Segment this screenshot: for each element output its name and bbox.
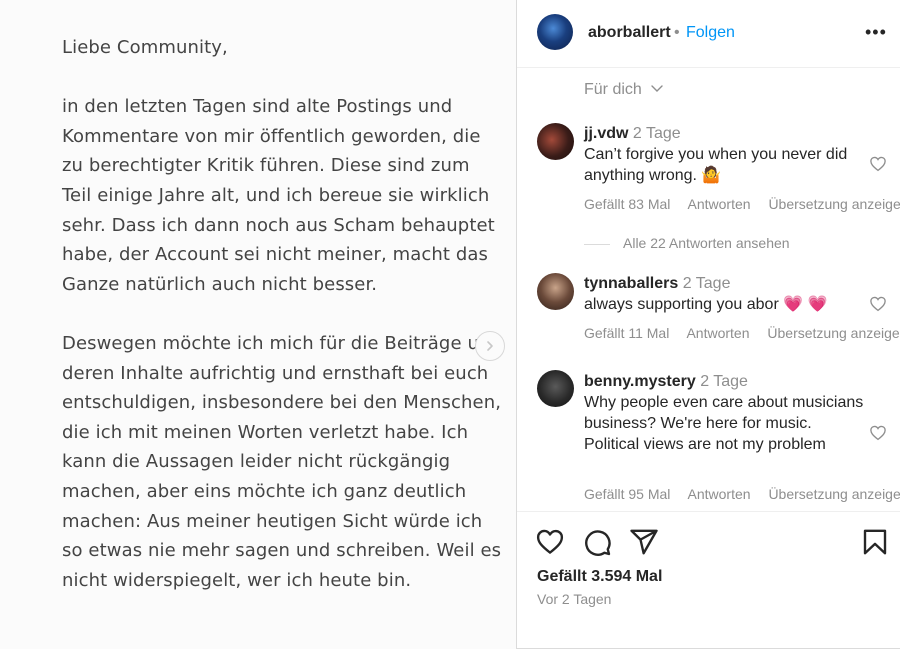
comment-time[interactable]: 2 Tage	[700, 373, 748, 390]
comment-likes[interactable]: Gefällt 83 Mal	[584, 196, 670, 212]
commenter-avatar[interactable]	[537, 370, 574, 407]
comment-meta: Gefällt 83 Mal Antworten Übersetzung anz…	[584, 196, 900, 212]
post-statement-text: Liebe Community, in den letzten Tagen si…	[62, 33, 502, 625]
statement-paragraph-2: Deswegen möchte ich mich für die Beiträg…	[62, 332, 502, 591]
post-image-panel: Liebe Community, in den letzten Tagen si…	[0, 0, 516, 649]
commenter-avatar[interactable]	[537, 273, 574, 310]
heart-icon[interactable]	[869, 424, 887, 442]
comment-meta: Gefällt 95 Mal Antworten Übersetzung anz…	[584, 486, 900, 502]
post-timestamp[interactable]: Vor 2 Tagen	[537, 591, 611, 607]
reply-button[interactable]: Antworten	[688, 486, 751, 502]
comment-username[interactable]: tynnaballers	[584, 275, 678, 292]
comment-time[interactable]: 2 Tage	[683, 275, 731, 292]
heart-icon[interactable]	[869, 155, 887, 173]
view-replies-button[interactable]: Alle 22 Antworten ansehen	[584, 235, 790, 251]
reply-button[interactable]: Antworten	[686, 325, 749, 341]
comment-text: always supporting you abor 💗 💗	[584, 296, 828, 313]
translate-button[interactable]: Übersetzung anzeigen	[767, 325, 900, 341]
avatar[interactable]	[537, 14, 573, 50]
comment-body: jj.vdw 2 Tage Can’t forgive you when you…	[584, 123, 864, 186]
share-icon[interactable]	[629, 527, 659, 557]
actions-divider	[517, 511, 900, 512]
comment-icon[interactable]	[582, 527, 612, 557]
heart-icon[interactable]	[535, 527, 565, 557]
follow-button[interactable]: Folgen	[686, 24, 735, 42]
post-header: aborballert • Folgen •••	[517, 0, 900, 68]
reply-button[interactable]: Antworten	[688, 196, 751, 212]
statement-greeting: Liebe Community,	[62, 37, 228, 58]
translate-button[interactable]: Übersetzung anzeigen	[768, 486, 900, 502]
next-slide-button[interactable]	[475, 331, 505, 361]
more-options-icon[interactable]: •••	[865, 22, 887, 43]
comment-username[interactable]: jj.vdw	[584, 125, 628, 142]
view-replies-label: Alle 22 Antworten ansehen	[623, 235, 790, 251]
commenter-avatar[interactable]	[537, 123, 574, 160]
bookmark-icon[interactable]	[860, 527, 890, 557]
comment-likes[interactable]: Gefällt 95 Mal	[584, 486, 670, 502]
statement-paragraph-1: in den letzten Tagen sind alte Postings …	[62, 96, 495, 295]
post-likes-count[interactable]: Gefällt 3.594 Mal	[537, 568, 662, 586]
comment-sort-dropdown[interactable]: Für dich	[584, 81, 664, 99]
replies-divider	[584, 243, 610, 245]
comment-likes[interactable]: Gefällt 11 Mal	[584, 325, 669, 341]
chevron-down-icon	[651, 85, 663, 92]
separator-dot: •	[674, 24, 680, 41]
comments-panel: aborballert • Folgen ••• Für dich jj.vdw…	[516, 0, 900, 649]
comment-body: benny.mystery 2 Tage Why people even car…	[584, 371, 864, 455]
comment-meta: Gefällt 11 Mal Antworten Übersetzung anz…	[584, 325, 900, 341]
comment-text: Why people even care about musicians bus…	[584, 394, 864, 453]
translate-button[interactable]: Übersetzung anzeigen	[768, 196, 900, 212]
comment-body: tynnaballers 2 Tage always supporting yo…	[584, 273, 864, 315]
sort-label: Für dich	[584, 81, 642, 98]
chevron-right-icon	[487, 341, 493, 351]
comment-time[interactable]: 2 Tage	[633, 125, 681, 142]
post-username[interactable]: aborballert	[588, 24, 671, 42]
comment-text: Can’t forgive you when you never did any…	[584, 146, 848, 184]
heart-icon[interactable]	[869, 295, 887, 313]
comment-username[interactable]: benny.mystery	[584, 373, 696, 390]
